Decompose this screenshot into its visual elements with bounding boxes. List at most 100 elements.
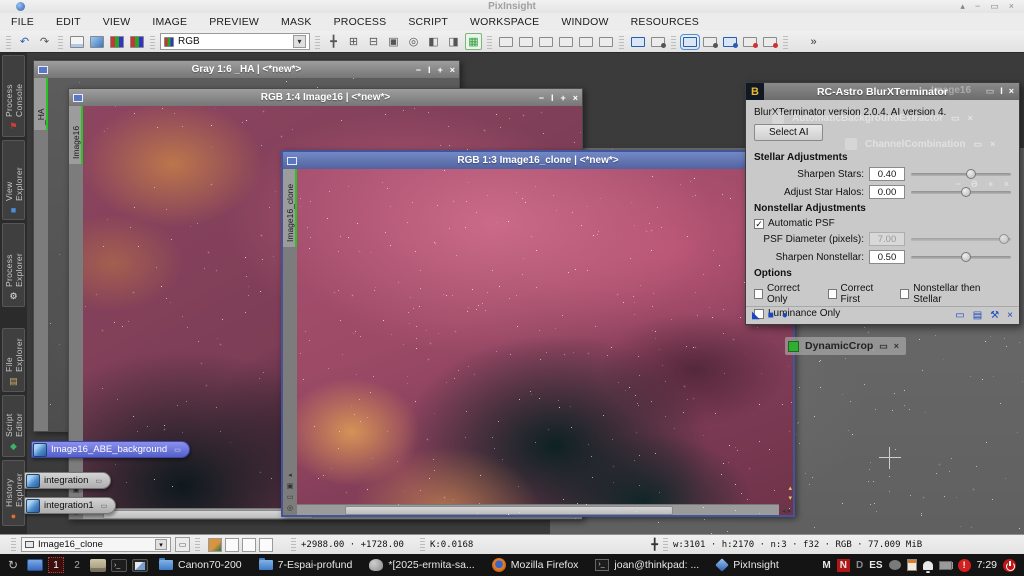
resize-grip-icon[interactable]: ▭: [174, 446, 181, 454]
menu-file[interactable]: FILE: [0, 16, 45, 28]
image-identifier-icon[interactable]: [68, 33, 85, 50]
dialog-titlebar[interactable]: B RC-Astro BlurXTerminator Image16 ▭ Ι ×: [746, 83, 1019, 100]
tray-keyboard-layout[interactable]: ES: [869, 560, 882, 571]
swap-workspace-icon[interactable]: [721, 33, 738, 50]
workspace-current-icon[interactable]: [681, 33, 698, 50]
adjust-star-halos-field[interactable]: 0.00: [869, 185, 905, 199]
center-icon[interactable]: ◎: [287, 504, 293, 512]
color-space-icon[interactable]: [128, 33, 145, 50]
minimize-icon[interactable]: −: [416, 65, 421, 75]
workspace-next-icon[interactable]: [701, 33, 718, 50]
sidebar-item-process-console[interactable]: Process Console ⚑: [2, 55, 25, 137]
sharpen-stars-field[interactable]: 0.40: [869, 167, 905, 181]
reset-stf-all-icon[interactable]: [597, 33, 614, 50]
zoom11-all-icon[interactable]: [557, 33, 574, 50]
zoom-in-icon[interactable]: ⊞: [345, 33, 362, 50]
iconized-window-integration1[interactable]: integration1 ▭: [24, 497, 116, 514]
vertical-scroll-arrows[interactable]: ▴ ▾: [788, 484, 792, 502]
iconized-window-integration[interactable]: integration ▭: [24, 472, 111, 489]
fit-all-icon[interactable]: [537, 33, 554, 50]
system-titlebar[interactable]: PixInsight ▴ − ▭ ×: [0, 0, 1024, 13]
menu-script[interactable]: SCRIPT: [397, 16, 459, 28]
preferences-icon[interactable]: ⚒: [990, 310, 999, 321]
toolbar-handle[interactable]: [315, 35, 320, 49]
menu-workspace[interactable]: WORKSPACE: [459, 16, 550, 28]
copy-view-icon[interactable]: ▭: [287, 493, 294, 501]
dynamiccrop-iconized-window[interactable]: DynamicCrop ▭ ×: [785, 337, 906, 355]
undo-icon[interactable]: ↶: [16, 33, 33, 50]
sidebar-item-process-explorer[interactable]: Process Explorer ⚙: [2, 223, 25, 307]
nonstellar-then-stellar-checkbox[interactable]: Nonstellar then Stellar: [900, 283, 999, 305]
terminal-launcher-icon[interactable]: ›_: [111, 559, 127, 572]
task-mozilla-firefox[interactable]: Mozilla Firefox: [486, 555, 585, 575]
zoom-out-all-icon[interactable]: [517, 33, 534, 50]
statusbar-handle[interactable]: [663, 538, 668, 551]
scrollbar-thumb[interactable]: [345, 506, 673, 515]
image-window-image16-clone[interactable]: RGB 1:3 Image16_clone | <*new*> Image16_…: [281, 150, 795, 517]
restore-icon[interactable]: ▭: [990, 1, 999, 12]
window-titlebar[interactable]: RGB 1:4 Image16 | <*new*> − Ι + ×: [69, 89, 582, 106]
sharpen-nonstellar-field[interactable]: 0.50: [869, 250, 905, 264]
view-tab-ha[interactable]: _HA: [34, 78, 48, 130]
tray-letter-d[interactable]: D: [856, 560, 863, 571]
stf-icon[interactable]: ◧: [425, 33, 442, 50]
sharpen-nonstellar-slider[interactable]: [911, 251, 1011, 263]
shade-icon[interactable]: Ι: [1000, 86, 1003, 97]
window-titlebar[interactable]: RGB 1:3 Image16_clone | <*new*>: [283, 152, 793, 169]
toolbar-handle[interactable]: [487, 35, 492, 49]
close-workspace-icon[interactable]: [741, 33, 758, 50]
close-icon[interactable]: ×: [450, 65, 455, 75]
scroll-right-icon[interactable]: ▸: [787, 507, 791, 515]
statusbar-handle[interactable]: [11, 538, 16, 551]
resize-grip-icon[interactable]: ▭: [101, 502, 108, 510]
menu-window[interactable]: WINDOW: [550, 16, 619, 28]
new-view-button[interactable]: ▭: [175, 537, 190, 552]
window-titlebar[interactable]: Gray 1:6 _HA | <*new*> − Ι + ×: [34, 61, 459, 78]
tray-letter-m[interactable]: M: [822, 560, 830, 571]
close-icon[interactable]: ×: [1009, 1, 1014, 12]
select-ai-button[interactable]: Select AI: [754, 124, 823, 141]
sample-format-icon[interactable]: [88, 33, 105, 50]
readout-swatch-3[interactable]: [242, 538, 256, 552]
dropdown-arrow-icon[interactable]: ▾: [155, 539, 167, 550]
split-view-icon[interactable]: [629, 33, 646, 50]
automatic-psf-checkbox[interactable]: ✓ Automatic PSF: [754, 218, 835, 229]
edit-instance-source-icon[interactable]: ▤: [973, 310, 982, 321]
tray-letter-n[interactable]: N: [837, 559, 850, 572]
reset-icon[interactable]: ×: [1007, 310, 1013, 321]
notifications-bell-icon[interactable]: [923, 561, 933, 570]
task-canon70-200[interactable]: Canon70-200: [153, 555, 248, 575]
restore-icon[interactable]: ▭: [879, 341, 888, 352]
task-7-espai-profund[interactable]: 7-Espai-profund: [253, 555, 359, 575]
ghost-window-channelcombination[interactable]: ChannelCombination ▭ ×: [845, 136, 995, 152]
new-instance-icon[interactable]: ◣: [752, 310, 760, 321]
stf-auto-icon[interactable]: ◨: [445, 33, 462, 50]
image-canvas-image16-clone[interactable]: ▴ ▾ ◂ ▸: [297, 169, 793, 515]
menu-view[interactable]: VIEW: [92, 16, 142, 28]
restore-icon[interactable]: ▭: [974, 139, 983, 150]
shade-icon[interactable]: Ι: [551, 93, 554, 103]
close-all-icon[interactable]: [761, 33, 778, 50]
menu-mask[interactable]: MASK: [270, 16, 323, 28]
screenshot-launcher-icon[interactable]: [132, 559, 148, 572]
channel-selector-combo[interactable]: RGB ▾: [160, 33, 310, 50]
scroll-left-icon[interactable]: ◂: [782, 507, 786, 515]
minimize-icon[interactable]: −: [539, 93, 544, 103]
crosshair-readout-icon[interactable]: ╋: [651, 538, 658, 551]
menu-process[interactable]: PROCESS: [323, 16, 398, 28]
resize-grip-icon[interactable]: ▭: [95, 477, 102, 485]
clipboard-icon[interactable]: [907, 559, 917, 571]
view-tab-image16[interactable]: Image16: [69, 106, 83, 164]
redo-icon[interactable]: ↷: [36, 33, 53, 50]
battery-icon[interactable]: [939, 561, 952, 570]
readout-swatch-2[interactable]: [225, 538, 239, 552]
iconized-window-image16-abe-background[interactable]: Image16_ABE_background ▭: [31, 441, 190, 458]
statusbar-handle[interactable]: [195, 538, 200, 551]
toolbar-handle[interactable]: [619, 35, 624, 49]
minimize-icon[interactable]: −: [975, 1, 980, 12]
close-icon[interactable]: ×: [1009, 86, 1014, 97]
menu-image[interactable]: IMAGE: [141, 16, 198, 28]
close-icon[interactable]: ×: [990, 139, 995, 149]
close-icon[interactable]: ×: [894, 341, 899, 351]
workspace-2-tile[interactable]: 2: [69, 557, 85, 573]
